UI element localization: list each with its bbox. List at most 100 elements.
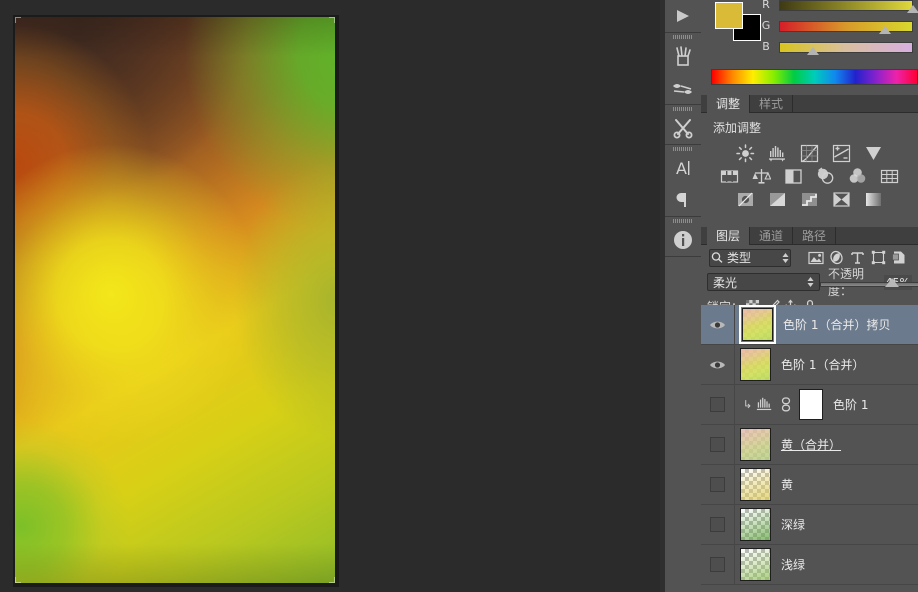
levels-adjustment-icon[interactable] bbox=[754, 396, 775, 413]
color-lookup-icon[interactable] bbox=[847, 166, 869, 186]
layer-row-0[interactable]: 色阶 1（合并）拷贝 bbox=[701, 305, 918, 345]
chevron-updown-icon bbox=[782, 252, 789, 263]
tab-styles[interactable]: 样式 bbox=[750, 95, 794, 113]
channel-thumb-b[interactable] bbox=[807, 47, 819, 55]
curves-icon[interactable] bbox=[799, 143, 821, 163]
eye-off-icon[interactable] bbox=[710, 437, 725, 452]
photoshop-window: A R G B 调整 样式 添加调整 图层 通道 路径 类型 柔光 不透明度： … bbox=[0, 0, 918, 592]
eye-off-icon[interactable] bbox=[710, 477, 725, 492]
tool-presets-icon[interactable] bbox=[665, 72, 701, 104]
layer-mask-thumbnail-2[interactable] bbox=[799, 389, 823, 420]
layer-thumbnail-0[interactable] bbox=[739, 305, 776, 344]
layer-visibility-cell-4[interactable] bbox=[701, 465, 735, 504]
layer-visibility-cell-1[interactable] bbox=[701, 345, 735, 384]
layer-row-4[interactable]: 黄 bbox=[701, 465, 918, 505]
gradient-map-icon[interactable] bbox=[831, 189, 853, 209]
levels-icon[interactable] bbox=[767, 143, 789, 163]
link-mask-icon[interactable] bbox=[775, 397, 796, 412]
layer-thumbnail-3[interactable] bbox=[740, 428, 771, 461]
adjustments-tabstrip: 调整 样式 bbox=[701, 95, 918, 113]
layer-list[interactable]: 色阶 1（合并）拷贝 色阶 1（合并） ↳ 色阶 1 黄（合并） 黄 深绿 浅绿 bbox=[701, 305, 918, 592]
right-panel-column: R 217 G 187 B 56 调整 样式 bbox=[701, 0, 918, 592]
selective-color-icon[interactable] bbox=[863, 189, 885, 209]
layer-row-6[interactable]: 浅绿 bbox=[701, 545, 918, 585]
brightness-contrast-icon[interactable] bbox=[735, 143, 757, 163]
brush-presets-icon[interactable] bbox=[665, 0, 701, 32]
layer-row-3[interactable]: 黄（合并） bbox=[701, 425, 918, 465]
layer-visibility-cell-2[interactable] bbox=[701, 385, 735, 424]
layer-name-3[interactable]: 黄（合并） bbox=[781, 436, 841, 453]
layer-row-5[interactable]: 深绿 bbox=[701, 505, 918, 545]
layer-thumbnail-5[interactable] bbox=[740, 508, 771, 541]
eye-off-icon[interactable] bbox=[710, 397, 725, 412]
layer-name-1[interactable]: 色阶 1（合并） bbox=[781, 356, 864, 373]
layer-visibility-cell-5[interactable] bbox=[701, 505, 735, 544]
channel-label-g: G bbox=[761, 19, 771, 32]
color-spectrum-ramp[interactable] bbox=[711, 69, 918, 85]
adjustments-row-1 bbox=[701, 143, 918, 163]
foreground-color-swatch[interactable] bbox=[715, 2, 743, 29]
dock-grip[interactable] bbox=[665, 105, 701, 112]
channel-thumb-g[interactable] bbox=[879, 26, 891, 34]
hue-saturation-icon[interactable] bbox=[879, 166, 901, 186]
posterize-icon[interactable] bbox=[767, 189, 789, 209]
document-canvas[interactable] bbox=[15, 17, 335, 583]
info-panel-icon[interactable] bbox=[665, 224, 701, 256]
layer-thumbnail-4[interactable] bbox=[740, 468, 771, 501]
channel-label-b: B bbox=[762, 40, 770, 53]
filter-smart-object-icon[interactable] bbox=[889, 248, 910, 268]
color-swatches bbox=[715, 2, 761, 41]
eye-off-icon[interactable] bbox=[710, 517, 725, 532]
layer-name-6[interactable]: 浅绿 bbox=[781, 556, 805, 573]
layer-name-2[interactable]: 色阶 1 bbox=[833, 396, 868, 413]
dock-group-brush-presets bbox=[665, 0, 701, 33]
character-panel-icon[interactable]: A bbox=[665, 152, 701, 184]
channel-track-g[interactable] bbox=[779, 21, 913, 32]
invert-icon[interactable] bbox=[735, 189, 757, 209]
dock-grip[interactable] bbox=[665, 33, 701, 40]
layer-name-4[interactable]: 黄 bbox=[781, 476, 793, 493]
brush-icon[interactable] bbox=[665, 40, 701, 72]
layer-visibility-cell-0[interactable] bbox=[701, 305, 735, 344]
color-balance-icon[interactable] bbox=[719, 166, 741, 186]
layer-thumbnail-6[interactable] bbox=[740, 548, 771, 581]
paragraph-panel-icon[interactable] bbox=[665, 184, 701, 216]
filter-pixel-icon[interactable] bbox=[805, 248, 826, 268]
vibrance-icon[interactable] bbox=[863, 143, 885, 163]
scissors-icon[interactable] bbox=[665, 112, 701, 144]
layer-name-5[interactable]: 深绿 bbox=[781, 516, 805, 533]
channel-label-r: R bbox=[762, 0, 770, 11]
dock-grip[interactable] bbox=[665, 145, 701, 152]
layer-kind-value: 类型 bbox=[727, 251, 752, 265]
exposure-icon[interactable] bbox=[831, 143, 853, 163]
fill-slider-thumb[interactable] bbox=[885, 278, 899, 287]
adjustments-panel: 添加调整 bbox=[701, 113, 918, 243]
layer-name-0[interactable]: 色阶 1（合并）拷贝 bbox=[783, 316, 890, 333]
dock-grip[interactable] bbox=[665, 217, 701, 224]
blend-mode-select[interactable]: 柔光 bbox=[707, 273, 821, 291]
layer-kind-select[interactable]: 类型 bbox=[709, 248, 791, 267]
channel-track-r[interactable] bbox=[779, 0, 913, 11]
dock-group-tools bbox=[665, 105, 701, 145]
layer-row-1[interactable]: 色阶 1（合并） bbox=[701, 345, 918, 385]
layers-panel: 图层 通道 路径 类型 柔光 不透明度： 色阶 1（合并）拷贝 色阶 1（合并）… bbox=[701, 227, 918, 592]
tab-layers[interactable]: 图层 bbox=[707, 227, 751, 245]
eye-off-icon[interactable] bbox=[710, 557, 725, 572]
color-slider-r: R 217 bbox=[759, 0, 918, 14]
layer-thumbnail-1[interactable] bbox=[740, 348, 771, 381]
photo-filter-icon[interactable] bbox=[783, 166, 805, 186]
layer-row-2[interactable]: ↳ 色阶 1 bbox=[701, 385, 918, 425]
threshold-icon[interactable] bbox=[799, 189, 821, 209]
fill-opacity-slider[interactable] bbox=[820, 277, 918, 290]
layer-visibility-cell-3[interactable] bbox=[701, 425, 735, 464]
channel-thumb-r[interactable] bbox=[907, 5, 918, 13]
tab-adjustments[interactable]: 调整 bbox=[707, 95, 751, 113]
channel-mixer-icon[interactable] bbox=[815, 166, 837, 186]
adjustments-row-3 bbox=[701, 189, 918, 209]
tab-paths[interactable]: 路径 bbox=[793, 227, 837, 245]
channel-track-b[interactable] bbox=[779, 42, 913, 53]
dock-group-type: A bbox=[665, 145, 701, 217]
black-white-icon[interactable] bbox=[751, 166, 773, 186]
layer-visibility-cell-6[interactable] bbox=[701, 545, 735, 584]
tab-channels[interactable]: 通道 bbox=[750, 227, 794, 245]
